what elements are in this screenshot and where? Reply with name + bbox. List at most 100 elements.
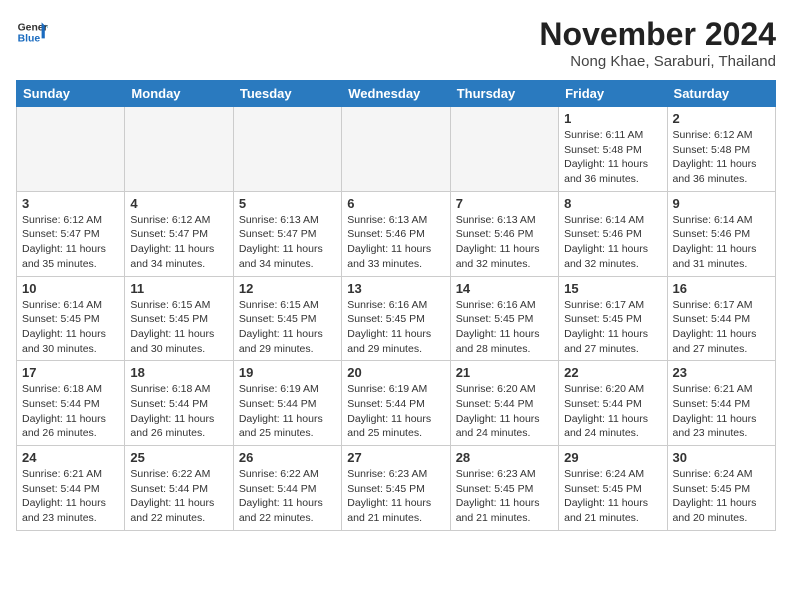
day-info: Sunrise: 6:21 AMSunset: 5:44 PMDaylight:… xyxy=(22,467,119,526)
sunrise-text: Sunrise: 6:13 AM xyxy=(239,214,319,226)
day-of-week-header: Sunday xyxy=(17,81,125,107)
sunrise-text: Sunrise: 6:18 AM xyxy=(22,383,102,395)
day-number: 22 xyxy=(564,365,661,380)
daylight-text: Daylight: 11 hours and 34 minutes. xyxy=(239,243,323,270)
location: Nong Khae, Saraburi, Thailand xyxy=(539,53,776,70)
day-info: Sunrise: 6:19 AMSunset: 5:44 PMDaylight:… xyxy=(239,382,336,441)
daylight-text: Daylight: 11 hours and 23 minutes. xyxy=(673,413,757,440)
sunrise-text: Sunrise: 6:14 AM xyxy=(673,214,753,226)
day-number: 5 xyxy=(239,196,336,211)
day-number: 2 xyxy=(673,111,770,126)
sunset-text: Sunset: 5:46 PM xyxy=(564,228,642,240)
calendar-day-cell xyxy=(17,107,125,192)
calendar-day-cell: 28 Sunrise: 6:23 AM Sunset: 5:45 PM Dayligh… xyxy=(450,446,558,531)
calendar-day-cell xyxy=(342,107,450,192)
sunset-text: Sunset: 5:44 PM xyxy=(130,483,208,495)
daylight-text: Daylight: 11 hours and 22 minutes. xyxy=(130,497,214,524)
day-number: 7 xyxy=(456,196,553,211)
daylight-text: Daylight: 11 hours and 25 minutes. xyxy=(347,413,431,440)
daylight-text: Daylight: 11 hours and 24 minutes. xyxy=(456,413,540,440)
day-number: 16 xyxy=(673,281,770,296)
day-info: Sunrise: 6:17 AMSunset: 5:45 PMDaylight:… xyxy=(564,298,661,357)
day-info: Sunrise: 6:14 AMSunset: 5:45 PMDaylight:… xyxy=(22,298,119,357)
day-number: 18 xyxy=(130,365,227,380)
day-number: 28 xyxy=(456,450,553,465)
day-number: 11 xyxy=(130,281,227,296)
sunrise-text: Sunrise: 6:20 AM xyxy=(564,383,644,395)
sunset-text: Sunset: 5:44 PM xyxy=(564,398,642,410)
daylight-text: Daylight: 11 hours and 22 minutes. xyxy=(239,497,323,524)
day-info: Sunrise: 6:17 AMSunset: 5:44 PMDaylight:… xyxy=(673,298,770,357)
daylight-text: Daylight: 11 hours and 33 minutes. xyxy=(347,243,431,270)
sunset-text: Sunset: 5:45 PM xyxy=(239,313,317,325)
calendar-day-cell: 22 Sunrise: 6:20 AM Sunset: 5:44 PM Dayligh… xyxy=(559,361,667,446)
day-number: 13 xyxy=(347,281,444,296)
sunset-text: Sunset: 5:44 PM xyxy=(673,398,751,410)
calendar-day-cell: 23Sunrise: 6:21 AMSunset: 5:44 PMDayligh… xyxy=(667,361,775,446)
sunrise-text: Sunrise: 6:14 AM xyxy=(564,214,644,226)
day-number: 27 xyxy=(347,450,444,465)
calendar-day-cell: 30Sunrise: 6:24 AMSunset: 5:45 PMDayligh… xyxy=(667,446,775,531)
calendar-day-cell: 25 Sunrise: 6:22 AM Sunset: 5:44 PM Dayligh… xyxy=(125,446,233,531)
calendar-day-cell: 7 Sunrise: 6:13 AMSunset: 5:46 PMDaylight… xyxy=(450,191,558,276)
day-info: Sunrise: 6:23 AMSunset: 5:45 PMDaylight:… xyxy=(347,467,444,526)
sunset-text: Sunset: 5:45 PM xyxy=(347,313,425,325)
sunrise-text: Sunrise: 6:23 AM xyxy=(347,468,427,480)
sunset-text: Sunset: 5:46 PM xyxy=(347,228,425,240)
day-number: 25 xyxy=(130,450,227,465)
daylight-text: Daylight: 11 hours and 32 minutes. xyxy=(456,243,540,270)
calendar-day-cell: 4Sunrise: 6:12 AMSunset: 5:47 PMDaylight… xyxy=(125,191,233,276)
sunset-text: Sunset: 5:44 PM xyxy=(239,398,317,410)
day-number: 26 xyxy=(239,450,336,465)
sunset-text: Sunset: 5:44 PM xyxy=(347,398,425,410)
sunrise-text: Sunrise: 6:22 AM xyxy=(130,468,210,480)
calendar-day-cell: 16 Sunrise: 6:17 AMSunset: 5:44 PMDayligh… xyxy=(667,276,775,361)
day-number: 6 xyxy=(347,196,444,211)
calendar-day-cell xyxy=(125,107,233,192)
daylight-text: Daylight: 11 hours and 21 minutes. xyxy=(564,497,648,524)
day-info: Sunrise: 6:13 AMSunset: 5:46 PMDaylight:… xyxy=(456,213,553,272)
day-of-week-header: Friday xyxy=(559,81,667,107)
calendar-day-cell: 2Sunrise: 6:12 AMSunset: 5:48 PMDaylight… xyxy=(667,107,775,192)
calendar-day-cell: 11Sunrise: 6:15 AMSunset: 5:45 PMDayligh… xyxy=(125,276,233,361)
daylight-text: Daylight: 11 hours and 26 minutes. xyxy=(130,413,214,440)
day-info: Sunrise: 6:23 AM Sunset: 5:45 PM Daylight:… xyxy=(456,467,553,526)
sunset-text: Sunset: 5:45 PM xyxy=(564,313,642,325)
sunset-text: Sunset: 5:45 PM xyxy=(130,313,208,325)
sunrise-text: Sunrise: 6:13 AM xyxy=(347,214,427,226)
sunset-text: Sunset: 5:46 PM xyxy=(456,228,534,240)
calendar-day-cell xyxy=(450,107,558,192)
calendar-week-row: 3 Sunrise: 6:12 AMSunset: 5:47 PMDaylight… xyxy=(17,191,776,276)
day-of-week-header: Wednesday xyxy=(342,81,450,107)
sunrise-text: Sunrise: 6:22 AM xyxy=(239,468,319,480)
daylight-text: Daylight: 11 hours and 21 minutes. xyxy=(456,497,540,524)
title-block: November 2024 Nong Khae, Saraburi, Thail… xyxy=(539,16,776,70)
day-info: Sunrise: 6:24 AMSunset: 5:45 PMDaylight:… xyxy=(673,467,770,526)
calendar-day-cell: 6 Sunrise: 6:13 AM Sunset: 5:46 PM Daylight… xyxy=(342,191,450,276)
daylight-text: Daylight: 11 hours and 32 minutes. xyxy=(564,243,648,270)
calendar-week-row: 1Sunrise: 6:11 AMSunset: 5:48 PMDaylight… xyxy=(17,107,776,192)
sunrise-text: Sunrise: 6:24 AM xyxy=(673,468,753,480)
sunset-text: Sunset: 5:45 PM xyxy=(456,313,534,325)
sunset-text: Sunset: 5:47 PM xyxy=(22,228,100,240)
day-number: 15 xyxy=(564,281,661,296)
day-number: 3 xyxy=(22,196,119,211)
day-info: Sunrise: 6:16 AMSunset: 5:45 PMDaylight:… xyxy=(347,298,444,357)
calendar-day-cell: 14Sunrise: 6:16 AMSunset: 5:45 PMDayligh… xyxy=(450,276,558,361)
sunrise-text: Sunrise: 6:16 AM xyxy=(456,299,536,311)
day-number: 1 xyxy=(564,111,661,126)
calendar-day-cell: 9Sunrise: 6:14 AMSunset: 5:46 PMDaylight… xyxy=(667,191,775,276)
sunrise-text: Sunrise: 6:11 AM xyxy=(564,129,643,141)
calendar-week-row: 10Sunrise: 6:14 AMSunset: 5:45 PMDayligh… xyxy=(17,276,776,361)
sunrise-text: Sunrise: 6:23 AM xyxy=(456,468,536,480)
calendar-day-cell: 20Sunrise: 6:19 AMSunset: 5:44 PMDayligh… xyxy=(342,361,450,446)
day-info: Sunrise: 6:12 AMSunset: 5:47 PMDaylight:… xyxy=(22,213,119,272)
daylight-text: Daylight: 11 hours and 23 minutes. xyxy=(22,497,106,524)
daylight-text: Daylight: 11 hours and 20 minutes. xyxy=(673,497,757,524)
day-info: Sunrise: 6:13 AMSunset: 5:47 PMDaylight:… xyxy=(239,213,336,272)
sunrise-text: Sunrise: 6:18 AM xyxy=(130,383,210,395)
day-info: Sunrise: 6:13 AM Sunset: 5:46 PM Daylight:… xyxy=(347,213,444,272)
daylight-text: Daylight: 11 hours and 24 minutes. xyxy=(564,413,648,440)
sunset-text: Sunset: 5:45 PM xyxy=(456,483,534,495)
sunrise-text: Sunrise: 6:16 AM xyxy=(347,299,427,311)
